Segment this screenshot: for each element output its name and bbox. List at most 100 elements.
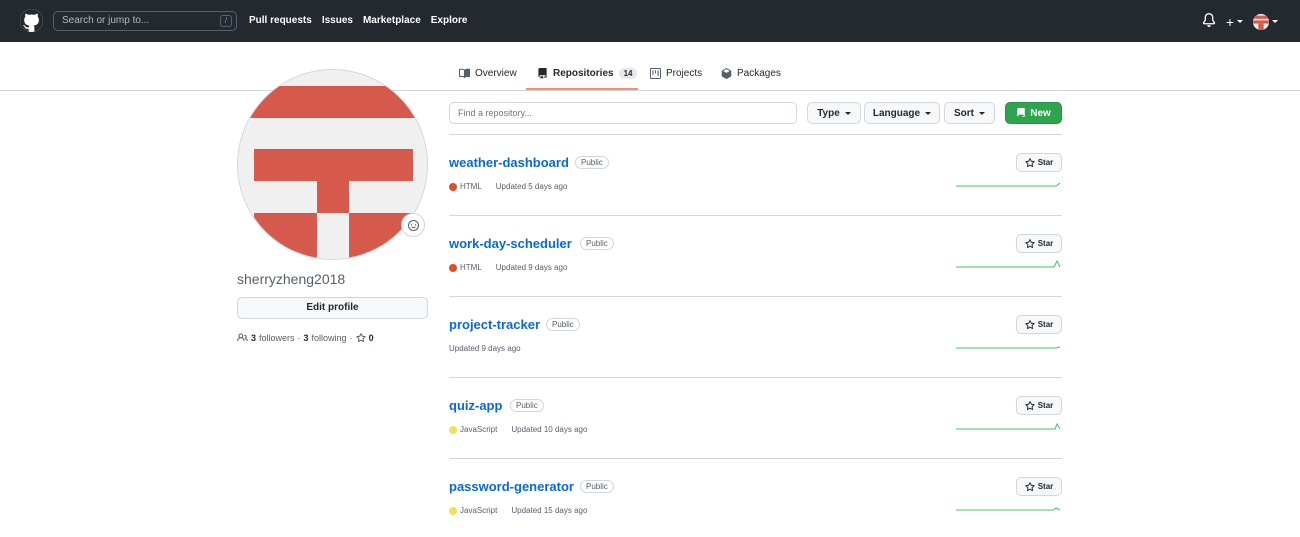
star-button[interactable]: Star bbox=[1016, 153, 1062, 172]
visibility-badge: Public bbox=[580, 480, 614, 493]
tab-packages[interactable]: Packages bbox=[721, 68, 781, 79]
repo-name-link[interactable]: quiz-app bbox=[449, 398, 502, 413]
star-label: Star bbox=[1037, 482, 1054, 491]
star-icon bbox=[1025, 238, 1035, 248]
tab-label: Packages bbox=[737, 68, 781, 79]
activity-sparkline bbox=[956, 507, 1061, 511]
visibility-badge: Public bbox=[575, 156, 609, 169]
tab-label: Overview bbox=[475, 68, 517, 79]
list-item: work-day-scheduler Public HTML Updated 9… bbox=[449, 216, 1062, 297]
language-color-dot bbox=[449, 425, 457, 434]
set-status-button[interactable] bbox=[401, 213, 425, 237]
star-label: Star bbox=[1037, 158, 1054, 167]
repo-icon bbox=[538, 68, 547, 79]
project-icon bbox=[650, 68, 661, 79]
activity-sparkline bbox=[956, 259, 1061, 268]
list-item: project-tracker Public Updated 9 days ag… bbox=[449, 297, 1062, 378]
nav-explore[interactable]: Explore bbox=[431, 15, 468, 26]
tab-label: Repositories bbox=[553, 68, 614, 79]
nav-pull-requests[interactable]: Pull requests bbox=[249, 15, 312, 26]
user-menu[interactable] bbox=[1253, 13, 1278, 30]
chevron-down-icon bbox=[1237, 20, 1243, 23]
visibility-badge: Public bbox=[546, 318, 580, 331]
updated-time: Updated 10 days ago bbox=[511, 425, 588, 434]
avatar[interactable] bbox=[237, 69, 428, 260]
search-input[interactable]: Search or jump to... / bbox=[53, 11, 237, 31]
language-filter-button[interactable]: Language bbox=[864, 102, 940, 124]
star-button[interactable]: Star bbox=[1016, 234, 1062, 253]
repo-language: JavaScript bbox=[449, 425, 497, 434]
repo-name-link[interactable]: password-generator bbox=[449, 479, 574, 494]
list-item: password-generator Public JavaScript Upd… bbox=[449, 459, 1062, 537]
activity-sparkline bbox=[956, 422, 1061, 430]
repo-name-link[interactable]: work-day-scheduler bbox=[449, 236, 572, 251]
profile-tabs bbox=[0, 42, 1300, 91]
smiley-icon bbox=[407, 219, 419, 231]
following-count[interactable]: 3 bbox=[304, 333, 309, 343]
type-filter-label: Type bbox=[817, 107, 840, 119]
star-icon bbox=[1025, 319, 1035, 329]
list-item: weather-dashboard Public HTML Updated 5 … bbox=[449, 135, 1062, 216]
repo-name-link[interactable]: weather-dashboard bbox=[449, 155, 569, 170]
star-icon bbox=[1025, 400, 1035, 410]
chevron-down-icon bbox=[979, 111, 985, 115]
people-icon bbox=[237, 333, 248, 341]
new-repository-button[interactable]: New bbox=[1005, 102, 1062, 124]
tab-repositories[interactable]: Repositories 14 bbox=[537, 68, 638, 79]
language-color-dot bbox=[449, 506, 457, 515]
active-tab-indicator bbox=[526, 88, 638, 90]
repo-language: HTML bbox=[449, 263, 482, 272]
star-button[interactable]: Star bbox=[1016, 396, 1062, 415]
repo-language: HTML bbox=[449, 182, 482, 191]
find-repository-input[interactable] bbox=[449, 102, 797, 124]
sort-label: Sort bbox=[954, 107, 974, 119]
edit-profile-button[interactable]: Edit profile bbox=[237, 297, 428, 319]
followers-label[interactable]: followers bbox=[259, 333, 295, 343]
search-shortcut-key: / bbox=[220, 15, 232, 27]
following-label[interactable]: following bbox=[312, 333, 347, 343]
star-button[interactable]: Star bbox=[1016, 477, 1062, 496]
star-label: Star bbox=[1037, 320, 1054, 329]
tab-projects[interactable]: Projects bbox=[650, 68, 702, 79]
top-nav: Pull requests Issues Marketplace Explore bbox=[249, 15, 467, 26]
global-header: Search or jump to... / Pull requests Iss… bbox=[0, 0, 1300, 42]
separator: · bbox=[297, 332, 301, 343]
repo-meta: JavaScript Updated 15 days ago bbox=[449, 506, 587, 515]
plus-icon: + bbox=[1225, 13, 1234, 30]
nav-issues[interactable]: Issues bbox=[322, 15, 353, 26]
language-filter-label: Language bbox=[872, 107, 921, 119]
followers-count[interactable]: 3 bbox=[251, 333, 256, 343]
repo-language: JavaScript bbox=[449, 506, 497, 515]
visibility-badge: Public bbox=[580, 237, 614, 250]
search-placeholder: Search or jump to... bbox=[62, 15, 150, 26]
separator: · bbox=[349, 332, 353, 343]
star-icon bbox=[1025, 481, 1035, 491]
repo-name-link[interactable]: project-tracker bbox=[449, 317, 540, 332]
github-logo-icon[interactable] bbox=[20, 9, 43, 32]
nav-marketplace[interactable]: Marketplace bbox=[363, 15, 421, 26]
repo-count-badge: 14 bbox=[618, 68, 638, 79]
star-button[interactable]: Star bbox=[1016, 315, 1062, 334]
book-icon bbox=[459, 68, 470, 78]
stars-count[interactable]: 0 bbox=[369, 333, 374, 343]
sort-button[interactable]: Sort bbox=[944, 102, 995, 124]
type-filter-button[interactable]: Type bbox=[807, 102, 861, 124]
tab-overview[interactable]: Overview bbox=[459, 68, 517, 79]
avatar bbox=[1253, 13, 1269, 30]
new-label: New bbox=[1030, 107, 1051, 119]
follow-stats: 3 followers · 3 following · 0 bbox=[237, 332, 374, 343]
star-icon bbox=[355, 332, 366, 342]
star-label: Star bbox=[1037, 239, 1054, 248]
repo-meta: JavaScript Updated 10 days ago bbox=[449, 425, 587, 434]
updated-time: Updated 15 days ago bbox=[511, 506, 588, 515]
chevron-down-icon bbox=[1272, 20, 1278, 23]
language-label: HTML bbox=[460, 263, 482, 272]
language-label: JavaScript bbox=[460, 425, 498, 434]
activity-sparkline bbox=[956, 346, 1061, 349]
repo-meta: Updated 9 days ago bbox=[449, 344, 521, 353]
create-new-menu[interactable]: + bbox=[1226, 14, 1243, 30]
username: sherryzheng2018 bbox=[237, 271, 346, 287]
bell-icon[interactable] bbox=[1202, 13, 1216, 30]
star-label: Star bbox=[1037, 401, 1054, 410]
updated-time: Updated 5 days ago bbox=[495, 182, 568, 191]
